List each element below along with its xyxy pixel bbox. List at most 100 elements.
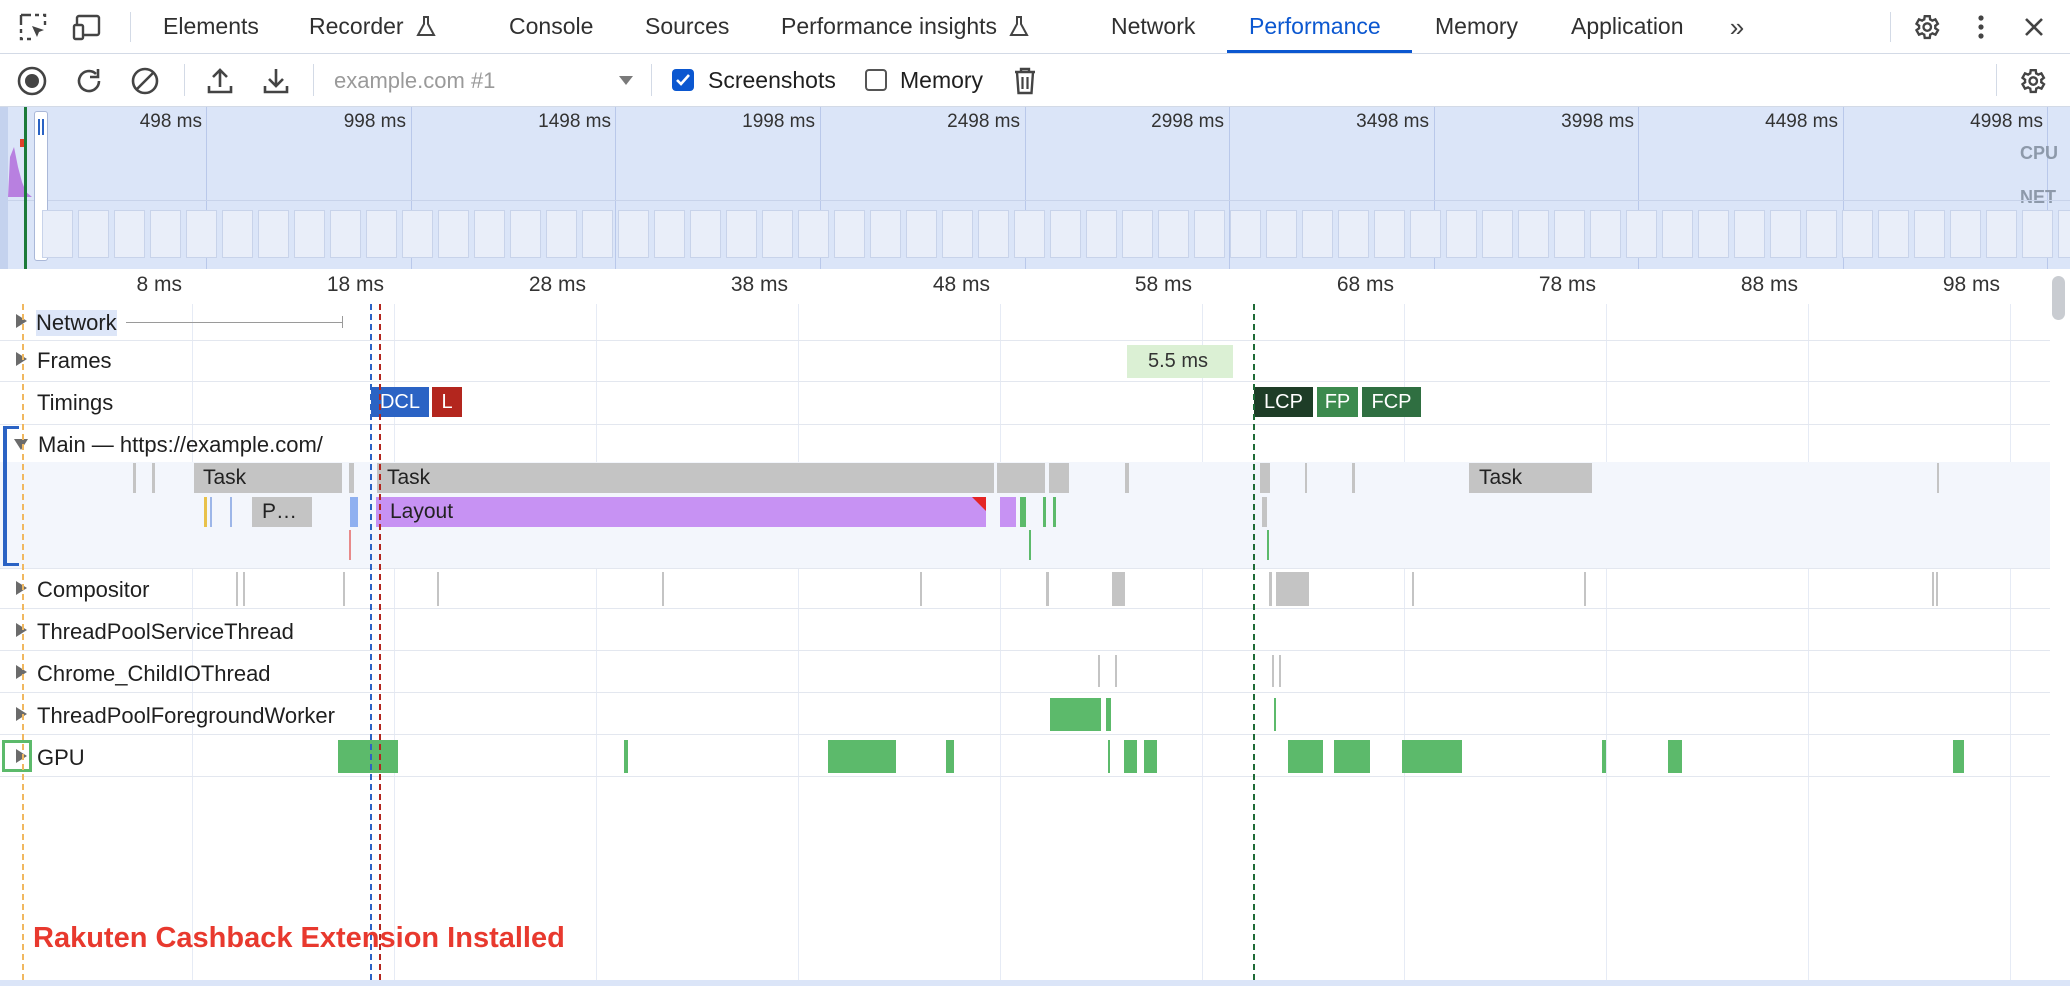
screenshot-thumbnail[interactable] bbox=[618, 210, 649, 258]
compositor-event[interactable] bbox=[243, 572, 245, 606]
screenshot-thumbnail[interactable] bbox=[222, 210, 253, 258]
main-collapse-arrow-icon[interactable] bbox=[14, 439, 28, 450]
compositor-event[interactable] bbox=[1932, 572, 1934, 606]
gpu-event[interactable] bbox=[1124, 740, 1137, 773]
frame-block[interactable]: 5.5 ms bbox=[1127, 345, 1233, 378]
tab-performance-insights[interactable]: Performance insights bbox=[781, 0, 1030, 53]
task-slice[interactable]: Task bbox=[194, 463, 342, 493]
worker-event[interactable] bbox=[1274, 698, 1276, 731]
gpu-event[interactable] bbox=[1288, 740, 1323, 773]
task-slice[interactable] bbox=[997, 463, 1045, 493]
task-slice[interactable] bbox=[133, 463, 136, 493]
screenshot-thumbnail[interactable] bbox=[582, 210, 613, 258]
compositor-event[interactable] bbox=[1276, 572, 1309, 606]
screenshot-thumbnail[interactable] bbox=[942, 210, 973, 258]
screenshot-thumbnail[interactable] bbox=[1662, 210, 1693, 258]
capture-settings-gear-icon[interactable] bbox=[2016, 65, 2048, 97]
screenshot-thumbnail[interactable] bbox=[1158, 210, 1189, 258]
screenshot-thumbnail[interactable] bbox=[1806, 210, 1837, 258]
task-slice[interactable] bbox=[152, 463, 155, 493]
screenshot-thumbnail[interactable] bbox=[258, 210, 289, 258]
script-slice[interactable] bbox=[230, 497, 232, 527]
settings-gear-icon[interactable] bbox=[1910, 11, 1942, 43]
task-slice[interactable] bbox=[1352, 463, 1355, 493]
script-slice[interactable] bbox=[210, 497, 212, 527]
io-event[interactable] bbox=[1115, 655, 1117, 687]
layout-slice[interactable] bbox=[1000, 497, 1016, 527]
worker-event[interactable] bbox=[1106, 698, 1111, 731]
fp-marker[interactable]: FP bbox=[1317, 387, 1358, 417]
screenshot-thumbnail[interactable] bbox=[1518, 210, 1549, 258]
worker-event[interactable] bbox=[1050, 698, 1101, 731]
gpu-event[interactable] bbox=[1602, 740, 1606, 773]
gpu-event[interactable] bbox=[1144, 740, 1157, 773]
paint-slice[interactable] bbox=[1029, 530, 1031, 560]
screenshot-thumbnail[interactable] bbox=[1050, 210, 1081, 258]
screenshot-thumbnail[interactable] bbox=[1302, 210, 1333, 258]
compositor-event[interactable] bbox=[343, 572, 345, 606]
screenshot-thumbnail[interactable] bbox=[906, 210, 937, 258]
inspect-element-icon[interactable] bbox=[18, 12, 48, 42]
screenshot-thumbnail[interactable] bbox=[1554, 210, 1585, 258]
tab-network[interactable]: Network bbox=[1111, 0, 1195, 53]
reload-record-button[interactable] bbox=[73, 65, 105, 97]
tab-application[interactable]: Application bbox=[1571, 0, 1684, 53]
paint-slice[interactable] bbox=[1053, 497, 1056, 527]
screenshot-thumbnail[interactable] bbox=[402, 210, 433, 258]
screenshot-thumbnail[interactable] bbox=[1410, 210, 1441, 258]
device-toolbar-icon[interactable] bbox=[72, 12, 106, 42]
tab-sources[interactable]: Sources bbox=[645, 0, 729, 53]
screenshot-thumbnail[interactable] bbox=[1698, 210, 1729, 258]
parse-slice[interactable]: P… bbox=[252, 497, 312, 527]
screenshot-thumbnail[interactable] bbox=[2058, 210, 2070, 258]
memory-checkbox[interactable] bbox=[865, 69, 887, 91]
screenshot-thumbnail[interactable] bbox=[1734, 210, 1765, 258]
compositor-event[interactable] bbox=[1584, 572, 1586, 606]
recording-select[interactable]: example.com #1 bbox=[330, 62, 636, 98]
tab-console[interactable]: Console bbox=[509, 0, 593, 53]
screenshot-thumbnail[interactable] bbox=[1770, 210, 1801, 258]
screenshot-thumbnail[interactable] bbox=[1482, 210, 1513, 258]
screenshot-thumbnail[interactable] bbox=[1878, 210, 1909, 258]
screenshot-thumbnail[interactable] bbox=[366, 210, 397, 258]
screenshot-thumbnail[interactable] bbox=[330, 210, 361, 258]
load-profile-button[interactable] bbox=[204, 65, 236, 97]
save-profile-button[interactable] bbox=[260, 65, 292, 97]
screenshot-thumbnail[interactable] bbox=[1338, 210, 1369, 258]
threadpool-fg-track-label[interactable]: ThreadPoolForegroundWorker bbox=[37, 703, 335, 729]
compositor-event[interactable] bbox=[1046, 572, 1049, 606]
task-slice[interactable] bbox=[1937, 463, 1939, 493]
tab-performance[interactable]: Performance bbox=[1249, 0, 1381, 53]
task-slice[interactable] bbox=[1262, 497, 1267, 527]
screenshot-thumbnail[interactable] bbox=[1374, 210, 1405, 258]
compositor-event[interactable] bbox=[437, 572, 439, 606]
collect-garbage-button[interactable] bbox=[1011, 65, 1039, 97]
compositor-event[interactable] bbox=[1936, 572, 1938, 606]
screenshot-thumbnail[interactable] bbox=[294, 210, 325, 258]
task-slice[interactable] bbox=[1305, 463, 1307, 493]
screenshot-thumbnail[interactable] bbox=[726, 210, 757, 258]
record-button[interactable] bbox=[16, 65, 48, 97]
io-event[interactable] bbox=[1279, 655, 1281, 687]
tab-elements[interactable]: Elements bbox=[163, 0, 259, 53]
gpu-event[interactable] bbox=[624, 740, 628, 773]
screenshot-thumbnail[interactable] bbox=[1986, 210, 2017, 258]
child-io-track-label[interactable]: Chrome_ChildIOThread bbox=[37, 661, 271, 687]
screenshot-thumbnail[interactable] bbox=[1446, 210, 1477, 258]
more-tabs-chevron-icon[interactable]: » bbox=[1720, 12, 1754, 42]
screenshot-thumbnail[interactable] bbox=[1194, 210, 1225, 258]
compositor-event[interactable] bbox=[1112, 572, 1125, 606]
gpu-event[interactable] bbox=[1108, 740, 1110, 773]
screenshot-thumbnail[interactable] bbox=[2022, 210, 2053, 258]
script-slice[interactable] bbox=[349, 530, 351, 560]
screenshot-thumbnail[interactable] bbox=[78, 210, 109, 258]
screenshot-thumbnail[interactable] bbox=[1266, 210, 1297, 258]
gpu-event[interactable] bbox=[1402, 740, 1462, 773]
screenshot-thumbnail[interactable] bbox=[1590, 210, 1621, 258]
screenshot-thumbnail[interactable] bbox=[1122, 210, 1153, 258]
task-slice[interactable] bbox=[349, 463, 354, 493]
gpu-event[interactable] bbox=[828, 740, 896, 773]
timings-track-label[interactable]: Timings bbox=[37, 390, 113, 416]
fcp-marker[interactable]: FCP bbox=[1362, 387, 1421, 417]
screenshot-thumbnail[interactable] bbox=[798, 210, 829, 258]
